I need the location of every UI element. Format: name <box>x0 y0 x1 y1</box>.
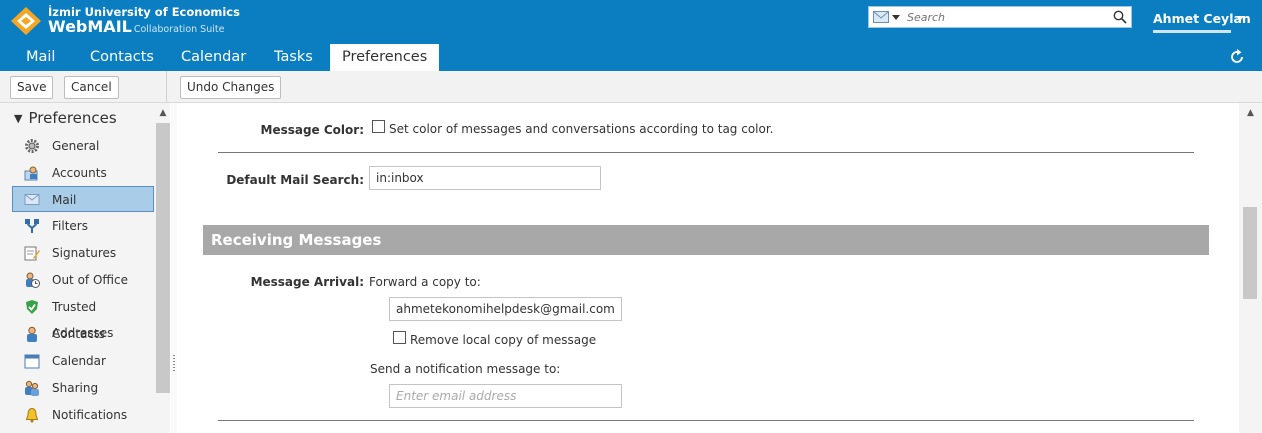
contact-icon <box>27 326 37 342</box>
out-of-office-icon <box>26 272 40 288</box>
app-header: İzmir University of Economics WebMAIL Col… <box>0 0 1262 44</box>
sidebar-item-filters[interactable]: Filters <box>12 213 154 239</box>
search-icon[interactable] <box>1113 10 1127 24</box>
tab-calendar[interactable]: Calendar <box>171 44 256 71</box>
main-scrollbar-thumb[interactable] <box>1243 207 1257 299</box>
app-subtitle: Collaboration Suite <box>133 24 225 35</box>
sidebar-item-label: Notifications <box>52 408 128 422</box>
app-name: WebMAIL Collaboration Suite <box>48 17 224 36</box>
toolbar: Save Cancel Undo Changes <box>0 71 1262 103</box>
search-input[interactable] <box>907 9 1107 25</box>
message-color-checkbox[interactable] <box>372 120 385 133</box>
notification-label: Send a notification message to: <box>370 362 561 376</box>
sidebar-tree-header[interactable]: ▼ Preferences <box>14 109 117 127</box>
sidebar-item-trusted-addresses[interactable]: Trusted Addresses <box>12 294 154 340</box>
sidebar-item-sharing[interactable]: Sharing <box>12 375 154 401</box>
sidebar-item-notifications[interactable]: Notifications <box>12 402 154 428</box>
sidebar-item-accounts[interactable]: Accounts <box>12 160 154 186</box>
sidebar-item-label: Filters <box>52 219 88 233</box>
message-arrival-label: Message Arrival: <box>250 275 364 289</box>
shield-icon <box>26 300 38 314</box>
sharing-icon <box>25 380 39 396</box>
default-search-label: Default Mail Search: <box>226 173 364 187</box>
forward-copy-label: Forward a copy to: <box>369 275 481 289</box>
gear-icon <box>25 139 39 153</box>
refresh-icon[interactable] <box>1228 48 1246 66</box>
accounts-icon <box>24 166 38 181</box>
tab-mail[interactable]: Mail <box>16 44 65 71</box>
sidebar-item-label: General <box>52 139 100 153</box>
envelope-icon <box>24 194 40 205</box>
notification-email-field[interactable] <box>389 384 622 408</box>
tab-contacts[interactable]: Contacts <box>80 44 164 71</box>
sidebar-item-label: Calendar <box>52 354 106 368</box>
user-underline <box>1153 30 1231 33</box>
toolbar-divider <box>166 71 167 103</box>
sidebar-item-mail[interactable]: Mail <box>12 186 154 212</box>
sidebar-scroll-up-arrow[interactable]: ▲ <box>156 103 170 123</box>
cancel-button[interactable]: Cancel <box>64 76 119 99</box>
university-logo-icon[interactable] <box>10 6 42 36</box>
tab-preferences[interactable]: Preferences <box>330 44 440 71</box>
sidebar-item-label: Contacts <box>52 327 105 341</box>
message-color-label: Message Color: <box>260 123 365 137</box>
sidebar-item-label: Accounts <box>52 166 107 180</box>
sidebar-title: Preferences <box>28 109 117 127</box>
tab-tasks[interactable]: Tasks <box>264 44 323 71</box>
main-scroll-up-arrow[interactable]: ▲ <box>1239 103 1262 123</box>
collapse-triangle-icon[interactable]: ▼ <box>14 112 22 125</box>
bell-icon <box>25 407 39 423</box>
default-search-field[interactable] <box>369 166 601 190</box>
sidebar-item-signatures[interactable]: Signatures <box>12 240 154 266</box>
splitter-grip-icon[interactable] <box>173 355 175 371</box>
section-divider <box>218 152 1194 153</box>
search-type-dropdown[interactable] <box>873 10 901 24</box>
filter-icon <box>25 219 39 233</box>
sidebar-item-label: Sharing <box>52 381 99 395</box>
calendar-icon <box>24 354 40 369</box>
message-color-text: Set color of messages and conversations … <box>389 122 774 136</box>
sidebar-item-contacts[interactable]: Contacts <box>12 321 154 347</box>
remove-local-copy-label: Remove local copy of message <box>410 333 597 347</box>
remove-local-copy-checkbox[interactable] <box>393 331 406 344</box>
app-tab-bar: Mail Contacts Calendar Tasks Preferences <box>0 44 1262 71</box>
receiving-messages-header: Receiving Messages <box>203 225 1209 255</box>
undo-changes-button[interactable]: Undo Changes <box>180 76 282 99</box>
sidebar-item-calendar[interactable]: Calendar <box>12 348 154 374</box>
sidebar-item-label: Signatures <box>52 246 117 260</box>
sidebar-item-general[interactable]: General <box>12 133 154 159</box>
section-divider <box>218 420 1194 421</box>
search-box <box>868 6 1132 28</box>
sidebar-item-out-of-office[interactable]: Out of Office <box>12 267 154 293</box>
signature-icon <box>24 246 40 261</box>
app-title: WebMAIL <box>48 17 132 36</box>
chevron-down-icon[interactable] <box>1236 16 1244 21</box>
sidebar-scrollbar-thumb[interactable] <box>156 123 170 393</box>
sidebar-item-label: Mail <box>52 193 77 207</box>
sidebar-item-label: Out of Office <box>52 273 128 287</box>
save-button[interactable]: Save <box>10 76 54 99</box>
preferences-sidebar: ▼ Preferences General Accounts Mail Filte… <box>0 103 170 433</box>
forward-email-field[interactable] <box>389 297 622 321</box>
